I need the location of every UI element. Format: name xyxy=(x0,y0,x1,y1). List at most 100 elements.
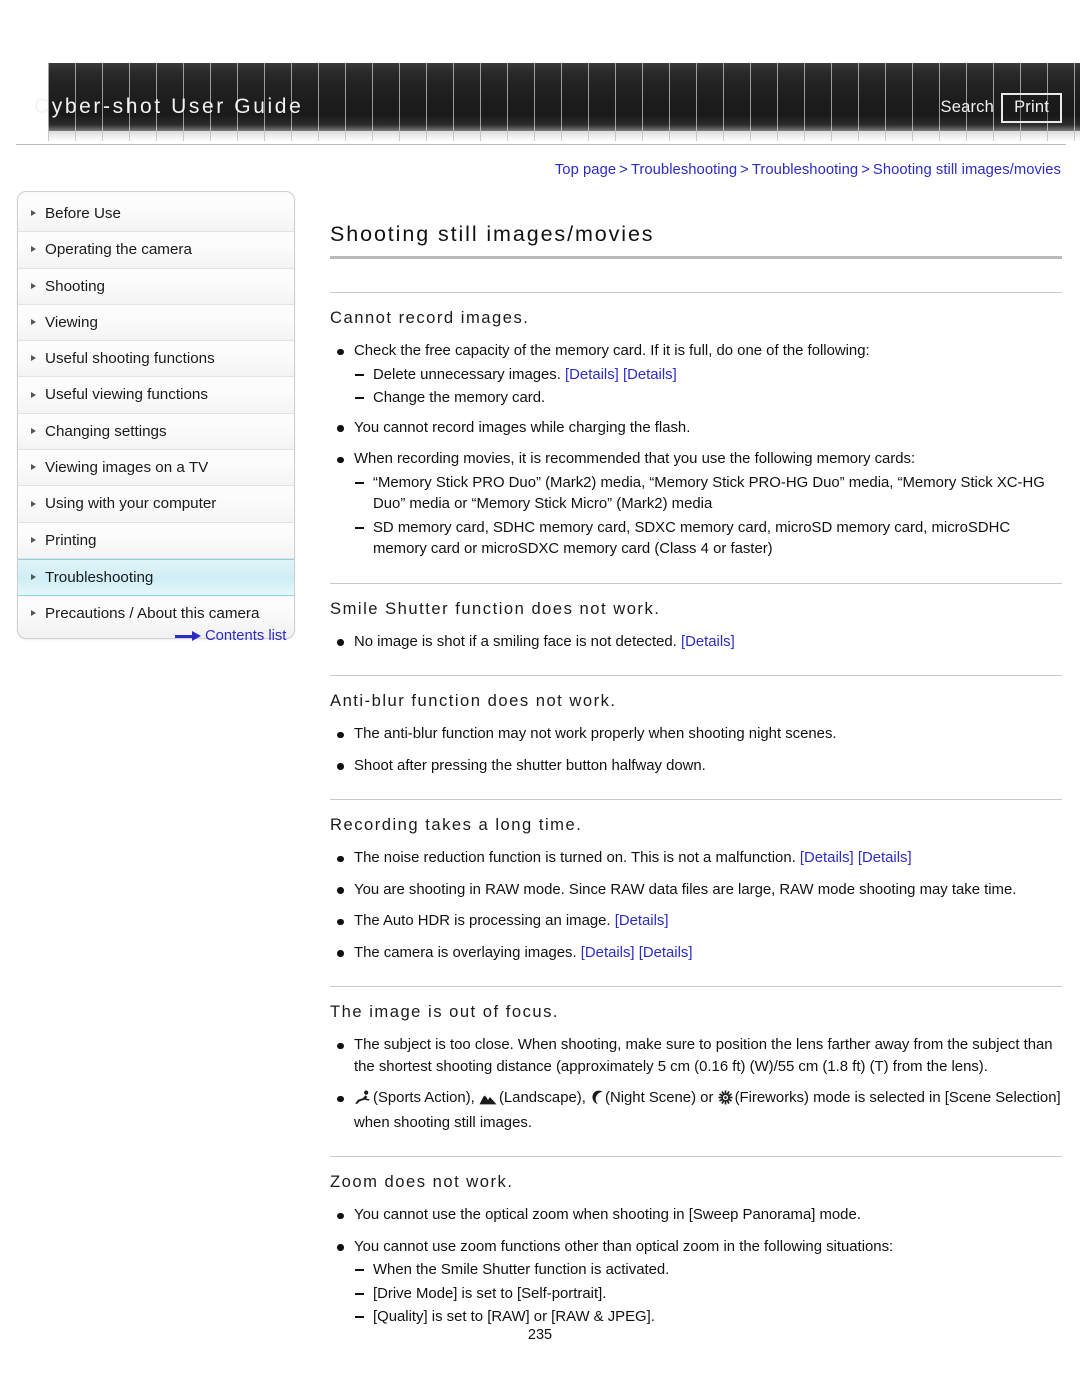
chevron-right-icon xyxy=(31,355,36,362)
details-link[interactable]: [Details] xyxy=(623,367,677,383)
sub-item-text: [Drive Mode] is set to [Self-portrait]. xyxy=(373,1285,607,1302)
sub-item-text: [Quality] is set to [RAW] or [RAW & JPEG… xyxy=(373,1309,655,1325)
bullet-text: You cannot use the optical zoom when sho… xyxy=(354,1207,861,1223)
sidebar-item-viewing-images-on-a-tv[interactable]: Viewing images on a TV xyxy=(18,450,294,487)
section-title: Zoom does not work. xyxy=(330,1172,514,1191)
sidebar-item-using-with-your-computer[interactable]: Using with your computer xyxy=(18,486,294,523)
bullet-item: The Auto HDR is processing an image. [De… xyxy=(330,911,1062,933)
bullet-text: (Night Scene) or xyxy=(605,1090,718,1106)
breadcrumb-item-4[interactable]: Shooting still images/movies xyxy=(873,162,1061,178)
bullet-dot-icon xyxy=(337,639,344,646)
sidebar-item-label: Viewing images on a TV xyxy=(45,459,209,477)
sub-list: When the Smile Shutter function is activ… xyxy=(354,1260,1062,1329)
chevron-right-icon xyxy=(31,536,36,543)
chevron-right-icon xyxy=(31,610,36,617)
breadcrumb-item-1[interactable]: Top page xyxy=(555,162,616,178)
details-link[interactable]: [Details] xyxy=(681,634,735,650)
bullet-item: The noise reduction function is turned o… xyxy=(330,848,1062,870)
bullet-text: (Landscape), xyxy=(498,1090,590,1106)
content-section: Smile Shutter function does not work. No … xyxy=(330,582,1062,654)
bullet-text: No image is shot if a smiling face is no… xyxy=(354,633,677,650)
bullet-item: The anti-blur function may not work prop… xyxy=(330,724,1062,746)
contents-list-link[interactable]: Contents list xyxy=(175,628,286,644)
bullet-item: You cannot record images while charging … xyxy=(330,418,1062,440)
sub-item-text: When the Smile Shutter function is activ… xyxy=(373,1262,670,1278)
sidebar-item-viewing[interactable]: Viewing xyxy=(18,304,294,342)
details-link[interactable]: [Details] xyxy=(639,945,693,961)
section-title: Anti-blur function does not work. xyxy=(330,691,617,710)
dash-icon xyxy=(355,397,364,399)
content-section: Recording takes a long time. The noise re… xyxy=(330,799,1062,964)
sub-list: Delete unnecessary images. [Details] [De… xyxy=(354,365,1062,410)
sub-item-text: “Memory Stick PRO Duo” (Mark2) media, “M… xyxy=(373,474,1045,513)
page-number: 235 xyxy=(527,1327,553,1343)
bullet-text: The camera is overlaying images. xyxy=(354,944,577,961)
breadcrumb-item-2[interactable]: Troubleshooting xyxy=(631,162,737,178)
sidebar-item-label: Useful shooting functions xyxy=(45,350,215,368)
sub-item: Change the memory card. xyxy=(354,388,1062,410)
bullet-item: (Sports Action), (Landscape), (Night Sce… xyxy=(330,1088,1062,1134)
search-button[interactable]: Search xyxy=(941,98,994,117)
chevron-right-icon xyxy=(31,391,36,398)
bullet-item: You are shooting in RAW mode. Since RAW … xyxy=(330,880,1062,902)
details-link[interactable]: [Details] xyxy=(800,850,854,866)
sidebar-item-label: Changing settings xyxy=(45,422,167,440)
sidebar-item-useful-shooting-functions[interactable]: Useful shooting functions xyxy=(18,341,294,378)
bullet-dot-icon xyxy=(337,855,344,862)
dash-icon xyxy=(355,481,364,484)
sidebar-item-useful-viewing-functions[interactable]: Useful viewing functions xyxy=(18,377,294,414)
main-content: Shooting still images/movies Cannot reco… xyxy=(330,222,1062,1351)
sidebar-item-operating-the-camera[interactable]: Operating the camera xyxy=(18,232,294,269)
bullet-text: When recording movies, it is recommended… xyxy=(354,451,916,467)
section-divider xyxy=(330,675,1062,676)
content-section: Cannot record images. Check the free capa… xyxy=(330,292,1062,561)
bullet-dot-icon xyxy=(337,763,344,770)
content-section: The image is out of focus. The subject is… xyxy=(330,986,1062,1134)
bullet-item: You cannot use the optical zoom when sho… xyxy=(330,1205,1062,1227)
bullet-text: You are shooting in RAW mode. Since RAW … xyxy=(354,881,1017,898)
sidebar-item-label: Troubleshooting xyxy=(45,568,154,586)
section-title: Recording takes a long time. xyxy=(330,815,583,834)
bullet-item: Check the free capacity of the memory ca… xyxy=(330,341,1062,410)
chevron-right-icon xyxy=(31,210,36,217)
print-button[interactable]: Print xyxy=(1001,93,1062,124)
bullet-text: The anti-blur function may not work prop… xyxy=(354,726,837,742)
section-divider xyxy=(330,799,1062,800)
bullet-dot-icon xyxy=(337,950,344,957)
bullet-text: You cannot use zoom functions other than… xyxy=(354,1238,894,1255)
section-divider xyxy=(330,292,1062,293)
bullet-dot-icon xyxy=(337,425,344,432)
chevron-right-icon xyxy=(31,464,36,471)
bullet-dot-icon xyxy=(337,1244,344,1251)
bullet-text: Check the free capacity of the memory ca… xyxy=(354,343,870,359)
chevron-right-icon xyxy=(31,282,36,289)
sub-item: [Drive Mode] is set to [Self-portrait]. xyxy=(354,1284,1062,1306)
bullet-text: The noise reduction function is turned o… xyxy=(354,850,796,866)
content-section: Zoom does not work. You cannot use the op… xyxy=(330,1156,1062,1329)
sidebar-item-troubleshooting[interactable]: Troubleshooting xyxy=(18,558,294,597)
page-title: Shooting still images/movies xyxy=(330,222,655,246)
sidebar-item-changing-settings[interactable]: Changing settings xyxy=(18,413,294,451)
bullet-dot-icon xyxy=(337,1212,344,1219)
sub-item-text: SD memory card, SDHC memory card, SDXC m… xyxy=(373,519,1011,558)
details-link[interactable]: [Details] xyxy=(858,850,912,866)
chevron-right-icon xyxy=(31,574,36,581)
breadcrumb: Top page > Troubleshooting > Troubleshooting… xyxy=(555,162,1061,178)
chevron-right-icon xyxy=(31,246,36,253)
sidebar-item-precautions-about-this-camera[interactable]: Precautions / About this camera xyxy=(18,596,294,632)
details-link[interactable]: [Details] xyxy=(581,945,635,961)
sidebar-item-before-use[interactable]: Before Use xyxy=(18,196,294,233)
sidebar-item-label: Useful viewing functions xyxy=(45,386,208,404)
chevron-right-icon xyxy=(31,427,36,434)
bullet-item: When recording movies, it is recommended… xyxy=(330,449,1062,561)
bullet-list: No image is shot if a smiling face is no… xyxy=(330,632,1062,654)
details-link[interactable]: [Details] xyxy=(615,913,669,929)
sidebar-item-label: Printing xyxy=(45,531,97,549)
bullet-dot-icon xyxy=(337,456,344,463)
sub-item: [Quality] is set to [RAW] or [RAW & JPEG… xyxy=(354,1307,1062,1329)
details-link[interactable]: [Details] xyxy=(565,367,619,383)
section-divider xyxy=(330,1156,1062,1157)
breadcrumb-item-3[interactable]: Troubleshooting xyxy=(752,162,858,178)
sidebar-item-printing[interactable]: Printing xyxy=(18,522,294,559)
sidebar-item-shooting[interactable]: Shooting xyxy=(18,268,294,305)
